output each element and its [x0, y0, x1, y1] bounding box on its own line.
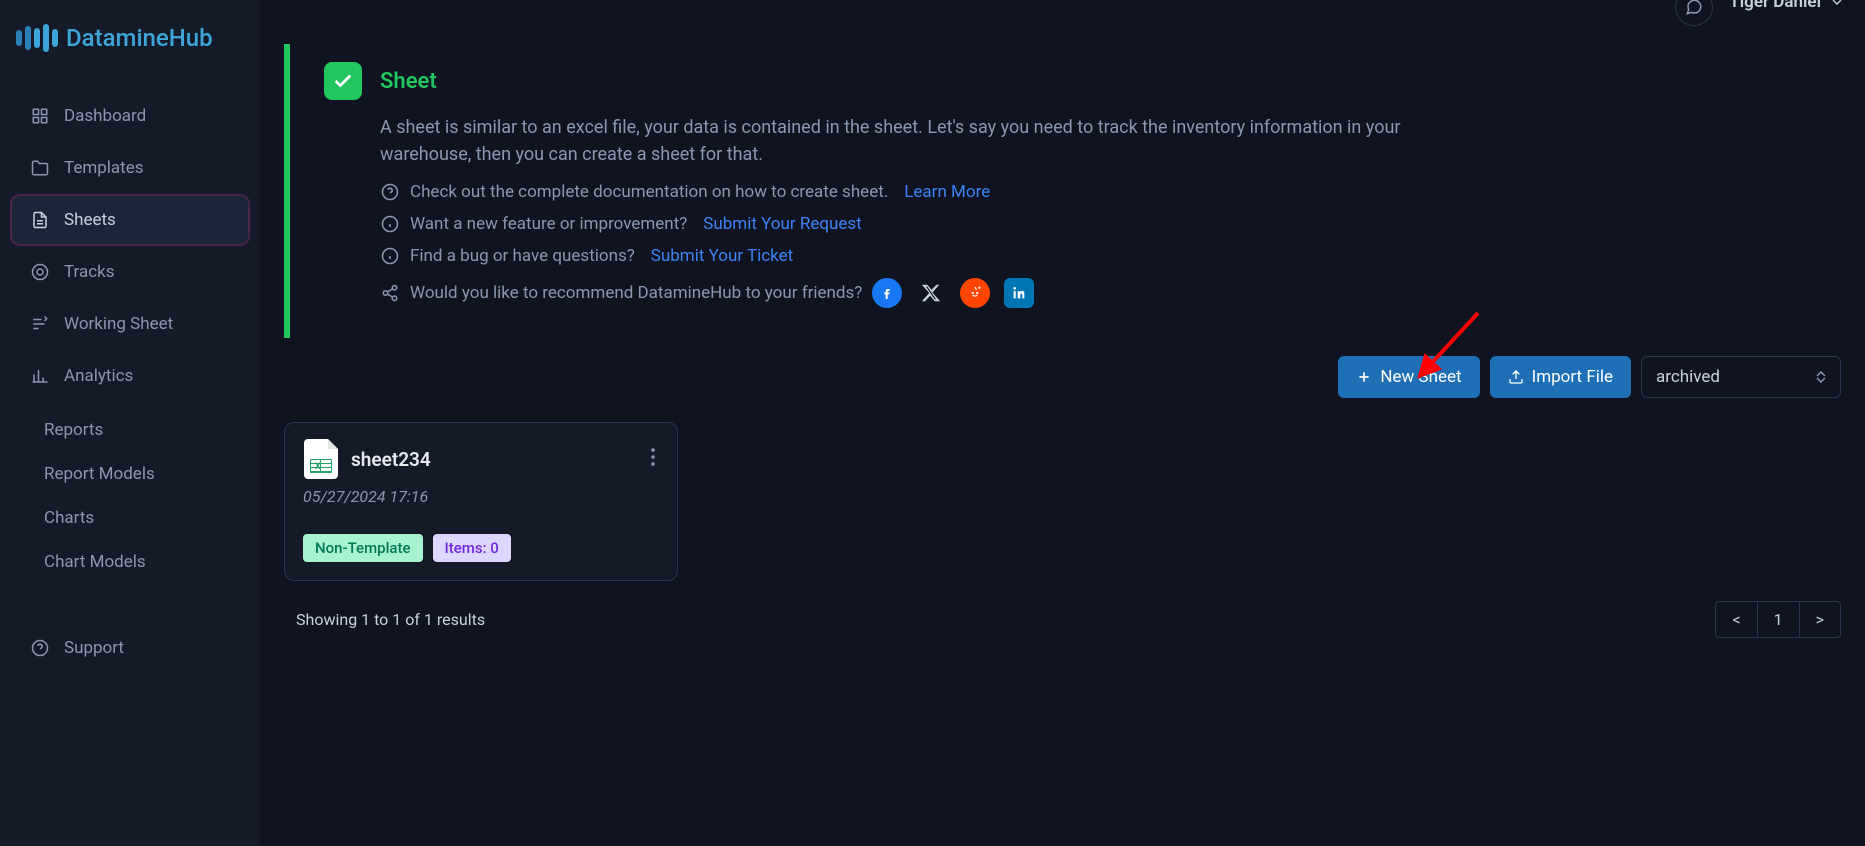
learn-more-link[interactable]: Learn More [904, 182, 990, 202]
working-sheet-icon [30, 314, 50, 334]
template-tag: Non-Template [303, 534, 423, 562]
pagination: < 1 > [1715, 601, 1841, 638]
sheet-name: sheet234 [351, 448, 635, 471]
folder-icon [30, 158, 50, 178]
sidebar-subitem-reports[interactable]: Reports [44, 408, 260, 452]
sidebar-item-templates[interactable]: Templates [12, 144, 248, 192]
import-file-button[interactable]: Import File [1490, 356, 1631, 398]
banner-description: A sheet is similar to an excel file, you… [380, 114, 1460, 168]
banner-row-bug: Find a bug or have questions? Submit You… [380, 246, 1817, 266]
sidebar-item-working-sheet[interactable]: Working Sheet [12, 300, 248, 348]
results-text: Showing 1 to 1 of 1 results [296, 610, 485, 629]
new-sheet-button[interactable]: New Sheet [1338, 356, 1479, 398]
sidebar-item-dashboard[interactable]: Dashboard [12, 92, 248, 140]
results-footer: Showing 1 to 1 of 1 results < 1 > [284, 581, 1841, 638]
sidebar-item-label: Dashboard [64, 106, 146, 126]
sidebar-item-label: Support [64, 638, 124, 658]
sidebar-item-label: Tracks [64, 262, 115, 282]
sidebar-subitem-report-models[interactable]: Report Models [44, 452, 260, 496]
chevron-updown-icon [1816, 371, 1826, 383]
sidebar-item-label: Templates [64, 158, 144, 178]
main-content: Tiger Daniel Sheet A sheet is similar to… [260, 0, 1865, 846]
chevron-down-icon [1829, 0, 1845, 10]
items-tag: Items: 0 [433, 534, 511, 562]
analytics-icon [30, 366, 50, 386]
chat-button[interactable] [1675, 0, 1713, 26]
x-twitter-icon[interactable] [916, 278, 946, 308]
svg-text:X: X [315, 462, 321, 472]
toolbar: New Sheet Import File archived [284, 356, 1841, 398]
sheet-date: 05/27/2024 17:16 [303, 487, 659, 506]
facebook-icon[interactable] [872, 278, 902, 308]
logo-icon [16, 24, 58, 52]
sidebar-item-tracks[interactable]: Tracks [12, 248, 248, 296]
card-menu-button[interactable] [647, 444, 659, 474]
reddit-icon[interactable] [960, 278, 990, 308]
info-icon [380, 214, 400, 234]
info-icon [380, 246, 400, 266]
header: Tiger Daniel [260, 0, 1865, 30]
banner-row-text: Want a new feature or improvement? [410, 214, 687, 234]
sidebar-item-support[interactable]: Support [12, 624, 248, 672]
dashboard-icon [30, 106, 50, 126]
prev-page-button[interactable]: < [1716, 602, 1757, 637]
sheet-cards: X sheet234 05/27/2024 17:16 Non-Template… [284, 422, 1841, 581]
linkedin-icon[interactable] [1004, 278, 1034, 308]
share-icon [380, 283, 400, 303]
sidebar-item-sheets[interactable]: Sheets [12, 196, 248, 244]
sidebar-item-label: Analytics [64, 366, 133, 386]
submit-request-link[interactable]: Submit Your Request [703, 214, 861, 234]
sidebar-subitem-chart-models[interactable]: Chart Models [44, 540, 260, 584]
banner-title: Sheet [380, 69, 437, 94]
import-file-label: Import File [1532, 367, 1613, 387]
help-circle-icon [380, 182, 400, 202]
check-icon [324, 62, 362, 100]
sidebar: DatamineHub Dashboard Templates Sheets T [0, 0, 260, 846]
sidebar-item-label: Sheets [64, 210, 116, 230]
submit-ticket-link[interactable]: Submit Your Ticket [651, 246, 793, 266]
filter-select[interactable]: archived [1641, 356, 1841, 398]
user-menu[interactable]: Tiger Daniel [1729, 0, 1845, 12]
target-icon [30, 262, 50, 282]
brand-logo[interactable]: DatamineHub [0, 12, 260, 92]
banner-row-text: Check out the complete documentation on … [410, 182, 888, 202]
page-number[interactable]: 1 [1758, 602, 1800, 637]
banner-row-share: Would you like to recommend DatamineHub … [380, 278, 1817, 308]
banner-row-docs: Check out the complete documentation on … [380, 182, 1817, 202]
banner-row-text: Find a bug or have questions? [410, 246, 635, 266]
brand-name: DatamineHub [66, 24, 213, 52]
banner-share-text: Would you like to recommend DatamineHub … [410, 283, 862, 303]
new-sheet-label: New Sheet [1380, 367, 1461, 387]
sidebar-subitem-charts[interactable]: Charts [44, 496, 260, 540]
user-name: Tiger Daniel [1729, 0, 1821, 12]
next-page-button[interactable]: > [1800, 602, 1840, 637]
excel-file-icon: X [303, 441, 339, 477]
sheet-card[interactable]: X sheet234 05/27/2024 17:16 Non-Template… [284, 422, 678, 581]
filter-value: archived [1656, 367, 1720, 387]
sidebar-item-analytics[interactable]: Analytics [12, 352, 248, 400]
upload-icon [1508, 369, 1524, 385]
help-icon [30, 638, 50, 658]
plus-icon [1356, 369, 1372, 385]
info-banner: Sheet A sheet is similar to an excel fil… [284, 44, 1841, 338]
banner-row-feature: Want a new feature or improvement? Submi… [380, 214, 1817, 234]
file-icon [30, 210, 50, 230]
sidebar-item-label: Working Sheet [64, 314, 173, 334]
